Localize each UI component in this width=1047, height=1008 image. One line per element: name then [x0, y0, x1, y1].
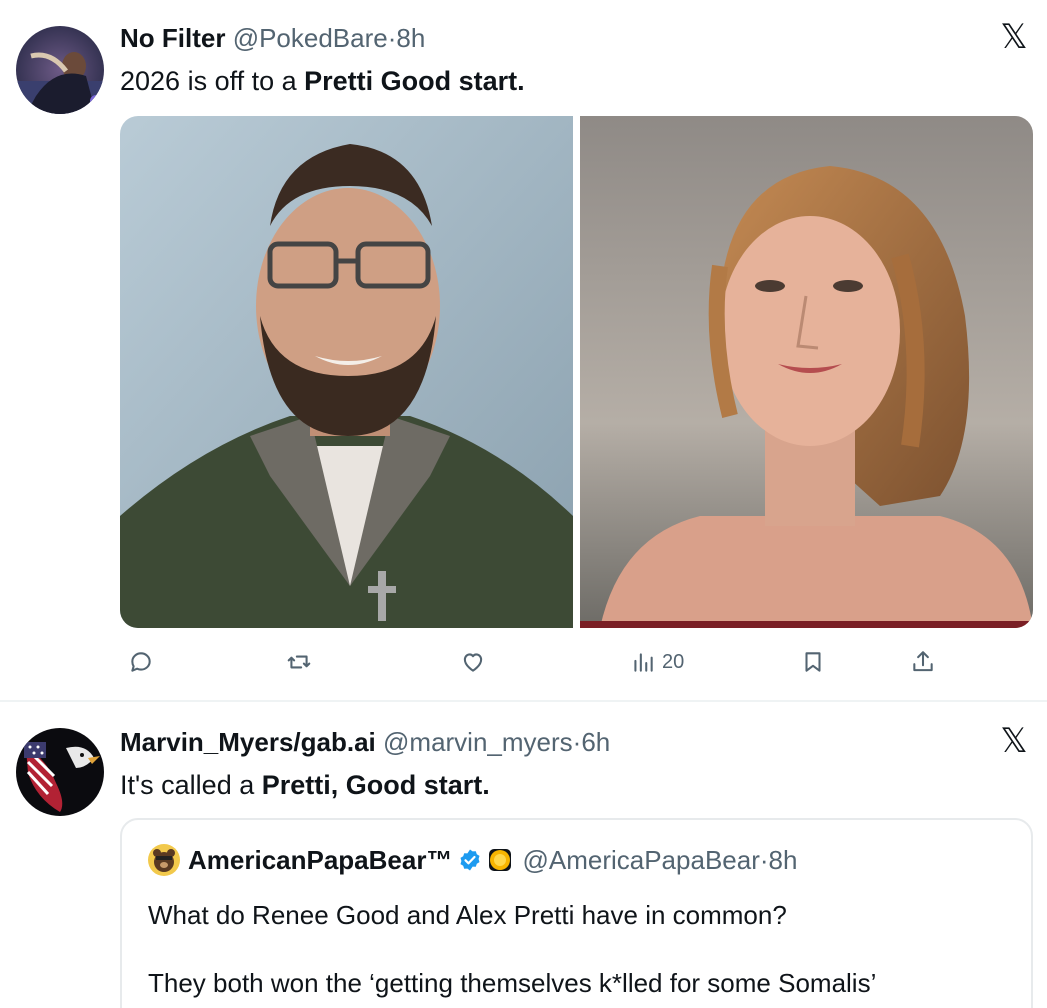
affiliate-badge-icon — [489, 849, 512, 871]
x-logo-icon[interactable]: 𝕏 — [999, 20, 1029, 54]
avatar[interactable] — [16, 26, 104, 114]
retweet-button[interactable] — [286, 642, 312, 682]
tweet-header: Marvin_Myers/gab.ai @marvin_myers·6h — [120, 726, 610, 758]
quote-tweet[interactable]: AmericanPapaBear™ @AmericaPapaBear · 8h Wh… — [120, 818, 1033, 1008]
retweet-icon — [287, 655, 311, 669]
x-logo-icon[interactable]: 𝕏 — [999, 724, 1029, 758]
tweet-no-filter[interactable]: No Filter @PokedBare·8h 𝕏 2026 is off to… — [0, 0, 1047, 700]
tweet-text: It's called a Pretti, Good start. — [120, 768, 490, 802]
avatar-image — [16, 26, 104, 114]
user-handle[interactable]: @PokedBare — [233, 23, 388, 53]
timestamp[interactable]: 8h — [396, 23, 425, 53]
verified-badge-icon — [460, 849, 480, 871]
like-button[interactable] — [460, 642, 486, 682]
tweet-text: 2026 is off to a Pretti Good start. — [120, 64, 525, 98]
reply-button[interactable] — [128, 642, 154, 682]
quote-avatar[interactable] — [148, 844, 180, 876]
tweet-text-plain: 2026 is off to a — [120, 66, 305, 96]
share-button[interactable] — [910, 642, 936, 682]
views-button[interactable]: 20 — [630, 642, 684, 682]
quote-timestamp[interactable]: 8h — [769, 844, 798, 876]
photo-woman-image — [580, 116, 1033, 628]
photo-woman[interactable] — [580, 116, 1033, 628]
photo-man-image — [120, 116, 573, 628]
quote-text: What do Renee Good and Alex Pretti have … — [148, 898, 876, 1008]
quote-line-1: What do Renee Good and Alex Pretti have … — [148, 900, 787, 930]
quote-user-handle[interactable]: @AmericaPapaBear — [522, 844, 759, 876]
bookmark-button[interactable] — [800, 642, 826, 682]
views-icon — [634, 653, 653, 672]
bookmark-icon — [805, 652, 821, 672]
tweet-header: No Filter @PokedBare·8h — [120, 22, 425, 54]
tweet-text-bold: Pretti, Good start. — [261, 770, 490, 800]
views-count: 20 — [662, 650, 685, 673]
tweet-text-plain: It's called a — [120, 770, 262, 800]
display-name[interactable]: Marvin_Myers/gab.ai — [120, 727, 376, 757]
quote-display-name[interactable]: AmericanPapaBear™ — [188, 844, 452, 876]
user-handle[interactable]: @marvin_myers — [383, 727, 573, 757]
display-name[interactable]: No Filter — [120, 23, 225, 53]
avatar[interactable] — [16, 728, 104, 816]
quote-line-2: They both won the ‘getting themselves k*… — [148, 968, 877, 998]
photo-man[interactable] — [120, 116, 573, 628]
like-icon — [463, 653, 483, 672]
tweet-actions: 20 — [120, 642, 1033, 682]
tweet-text-bold: Pretti Good start. — [304, 66, 525, 96]
tweet-marvin-myers[interactable]: Marvin_Myers/gab.ai @marvin_myers·6h 𝕏 I… — [0, 700, 1047, 1008]
separator-dot: · — [759, 845, 769, 875]
avatar-image — [16, 728, 104, 816]
media-grid[interactable] — [120, 116, 1033, 628]
quote-avatar-image — [148, 844, 180, 876]
share-icon — [913, 651, 933, 672]
reply-icon — [131, 652, 151, 672]
quote-header: AmericanPapaBear™ @AmericaPapaBear · 8h — [148, 844, 797, 876]
timestamp[interactable]: 6h — [581, 727, 610, 757]
